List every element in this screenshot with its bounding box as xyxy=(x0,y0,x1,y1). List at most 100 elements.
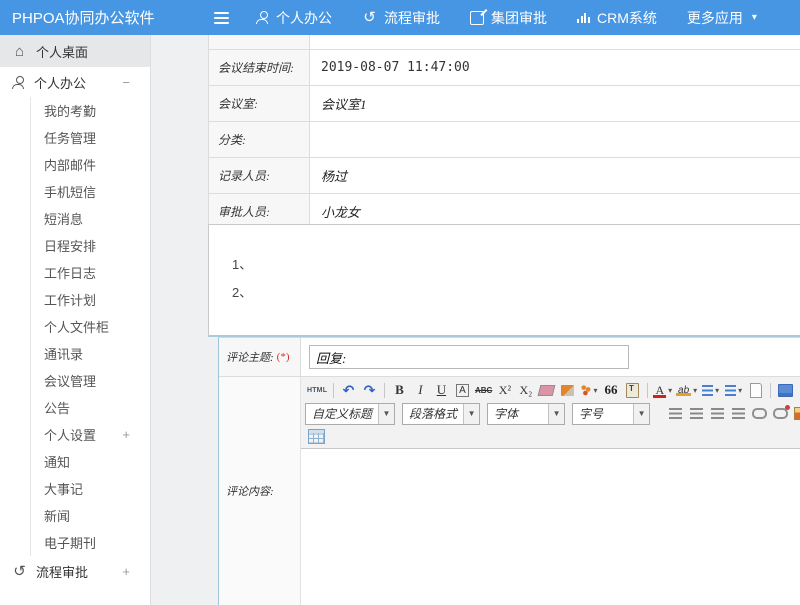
font-family-select[interactable]: 字体▼ xyxy=(487,403,565,425)
meeting-minutes-content-box: 1、2、 xyxy=(208,224,800,337)
sidebar-item-notification[interactable]: 通知 xyxy=(30,448,150,475)
font-color-button-glyph: A xyxy=(653,383,666,398)
subscript-button[interactable]: X₂ xyxy=(516,380,535,400)
bold-button-glyph: B xyxy=(395,382,404,398)
heading-select-value: 自定义标题 xyxy=(306,404,378,424)
sidebar-item-contacts-label: 通讯录 xyxy=(44,344,83,363)
eraser-icon-button[interactable] xyxy=(537,380,556,400)
table-row: 记录人员:杨过 xyxy=(209,158,800,194)
chevron-down-icon[interactable]: ▼ xyxy=(548,404,564,424)
align-center-icon-button[interactable] xyxy=(687,404,706,424)
sidebar-item-major-events[interactable]: 大事记 xyxy=(30,475,150,502)
table-row: 分类: xyxy=(209,122,800,158)
person-icon xyxy=(256,11,269,24)
sidebar-item-personal-settings-label: 个人设置 xyxy=(44,425,96,444)
nav-process-approval[interactable]: ↺流程审批 xyxy=(362,8,440,28)
fullscreen-icon-button[interactable] xyxy=(776,380,795,400)
comment-subject-label-text: 评论主题: xyxy=(226,349,274,365)
highlight-color-button[interactable]: ab▾ xyxy=(675,380,698,400)
editor-content-area[interactable] xyxy=(301,449,800,605)
sidebar-item-news[interactable]: 新闻 xyxy=(30,502,150,529)
sidebar-item-work-log-label: 工作日志 xyxy=(44,263,96,282)
link-icon-button[interactable] xyxy=(750,404,769,424)
chevron-down-icon[interactable]: ▼ xyxy=(633,404,649,424)
sidebar-item-work-log[interactable]: 工作日志 xyxy=(30,259,150,286)
sidebar-item-personal-office[interactable]: 个人办公− xyxy=(0,67,150,97)
collapse-icon[interactable]: − xyxy=(122,75,130,90)
paragraph-format-select[interactable]: 段落格式▼ xyxy=(402,403,480,425)
sidebar-item-e-journal[interactable]: 电子期刊 xyxy=(30,529,150,556)
table-label-cell: 会议结束时间: xyxy=(209,50,310,85)
unordered-list-icon-button[interactable]: ▾ xyxy=(723,380,744,400)
new-page-icon-button[interactable] xyxy=(746,380,765,400)
sidebar-item-announcement[interactable]: 公告 xyxy=(30,394,150,421)
sidebar-item-meeting-management-label: 会议管理 xyxy=(44,371,96,390)
sidebar-item-personal-desktop[interactable]: ⌂个人桌面 xyxy=(0,35,150,67)
sidebar-item-task-management[interactable]: 任务管理 xyxy=(30,124,150,151)
undo-button[interactable]: ↶ xyxy=(339,380,358,400)
chevron-down-icon[interactable]: ▼ xyxy=(378,404,394,424)
nav-group-approval[interactable]: 集团审批 xyxy=(470,8,547,28)
superscript-button[interactable]: X² xyxy=(495,380,514,400)
sidebar-item-work-plan[interactable]: 工作计划 xyxy=(30,286,150,313)
nav-personal-office[interactable]: 个人办公 xyxy=(256,8,332,28)
minutes-line: 2、 xyxy=(209,279,800,307)
edit-icon xyxy=(470,11,484,25)
format-brush-icon-button[interactable] xyxy=(558,380,577,400)
underline-button[interactable]: U xyxy=(432,380,451,400)
sidebar-item-task-management-label: 任务管理 xyxy=(44,128,96,147)
italic-button[interactable]: I xyxy=(411,380,430,400)
top-navbar: PHPOA协同办公软件 个人办公↺流程审批集团审批CRM系统更多应用▾ xyxy=(0,0,800,35)
spray-color-icon-button[interactable]: ▾ xyxy=(579,380,599,400)
chevron-down-icon[interactable]: ▼ xyxy=(463,404,479,424)
sidebar-item-schedule[interactable]: 日程安排 xyxy=(30,232,150,259)
strikethrough-button[interactable]: ABC xyxy=(474,380,494,400)
sidebar-item-notification-label: 通知 xyxy=(44,452,70,471)
chevron-down-icon: ▾ xyxy=(752,12,757,23)
sidebar-item-schedule-label: 日程安排 xyxy=(44,236,96,255)
superscript-button-glyph: X² xyxy=(499,383,511,398)
sidebar: ⌂个人桌面个人办公−我的考勤任务管理内部邮件手机短信短消息日程安排工作日志工作计… xyxy=(0,35,151,605)
nav-process-approval-label: 流程审批 xyxy=(384,8,440,28)
sidebar-item-meeting-management[interactable]: 会议管理 xyxy=(30,367,150,394)
sidebar-item-short-message[interactable]: 短消息 xyxy=(30,205,150,232)
paste-icon-button[interactable] xyxy=(623,380,642,400)
html-source-button[interactable]: HTML xyxy=(306,380,328,400)
sidebar-item-internal-mail[interactable]: 内部邮件 xyxy=(30,151,150,178)
align-right-icon-button[interactable] xyxy=(708,404,727,424)
ordered-list-icon-button[interactable]: ▾ xyxy=(700,380,721,400)
sidebar-item-short-message-label: 短消息 xyxy=(44,209,83,228)
expand-icon[interactable]: + xyxy=(122,427,130,442)
blockquote-button[interactable]: 66 xyxy=(602,380,621,400)
sidebar-item-personal-settings[interactable]: 个人设置 + xyxy=(30,421,150,448)
font-style-box-button[interactable]: A xyxy=(453,380,472,400)
nav-crm-system[interactable]: CRM系统 xyxy=(577,8,657,28)
sidebar-item-mobile-sms[interactable]: 手机短信 xyxy=(30,178,150,205)
expand-icon[interactable]: + xyxy=(122,564,130,579)
table-icon-button[interactable] xyxy=(306,427,327,447)
redo-button[interactable]: ↷ xyxy=(360,380,379,400)
font-size-select[interactable]: 字号▼ xyxy=(572,403,650,425)
unlink-icon-button[interactable] xyxy=(771,404,790,424)
sidebar-item-news-label: 新闻 xyxy=(44,506,70,525)
subscript-button-glyph: X₂ xyxy=(519,383,532,398)
toolbar-separator xyxy=(770,383,771,398)
justify-icon-glyph xyxy=(732,408,745,419)
align-left-icon-button[interactable] xyxy=(666,404,685,424)
table-label-cell: 会议室: xyxy=(209,86,310,121)
comment-subject-input[interactable] xyxy=(309,345,629,369)
sidebar-item-process-approval[interactable]: ↺流程审批+ xyxy=(0,556,150,586)
nav-more-apps[interactable]: 更多应用▾ xyxy=(687,8,757,28)
sidebar-item-personal-file-cabinet[interactable]: 个人文件柜 xyxy=(30,313,150,340)
table-value-cell xyxy=(310,35,800,49)
image-icon-button[interactable] xyxy=(792,404,800,424)
font-color-button[interactable]: A▾ xyxy=(652,380,673,400)
heading-select[interactable]: 自定义标题▼ xyxy=(305,403,395,425)
sidebar-item-contacts[interactable]: 通讯录 xyxy=(30,340,150,367)
hamburger-menu-icon[interactable] xyxy=(208,5,234,31)
strikethrough-button-glyph: ABC xyxy=(475,386,492,395)
bold-button[interactable]: B xyxy=(390,380,409,400)
justify-icon-button[interactable] xyxy=(729,404,748,424)
sidebar-item-my-attendance[interactable]: 我的考勤 xyxy=(30,97,150,124)
required-mark: (*) xyxy=(277,351,290,363)
